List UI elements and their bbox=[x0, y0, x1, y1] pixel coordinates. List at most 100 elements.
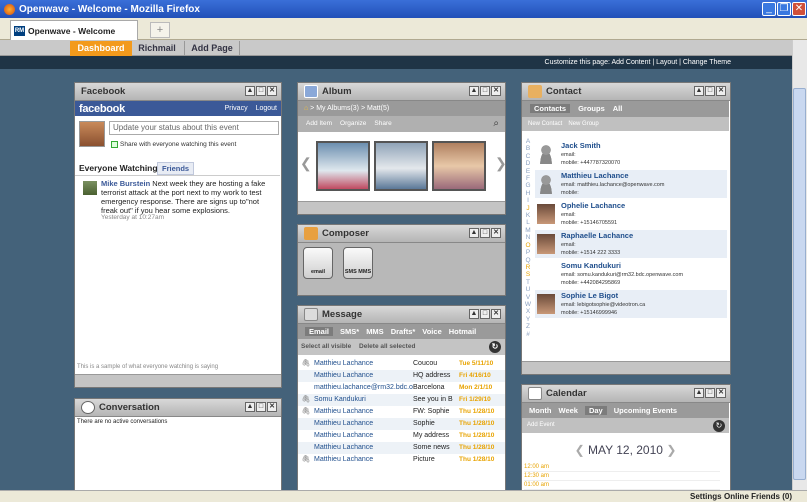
contact-row[interactable]: Raphaelle Lachance email: mobile: +1514 22… bbox=[535, 230, 727, 258]
add-event-button[interactable]: Add Event bbox=[527, 422, 555, 428]
album-photo[interactable] bbox=[374, 141, 428, 191]
tab-groups[interactable]: Groups bbox=[578, 104, 605, 113]
refresh-icon[interactable]: ↻ bbox=[489, 341, 501, 353]
widget-controls[interactable]: ▲ □ ✕ bbox=[469, 228, 501, 238]
message-sender[interactable]: Matthieu Lachance bbox=[314, 358, 413, 370]
widget-controls[interactable]: ▲ □ ✕ bbox=[245, 86, 277, 96]
message-subject[interactable]: My address bbox=[413, 430, 459, 442]
contact-name[interactable]: Somu Kandukuri bbox=[561, 261, 621, 270]
tab-sms[interactable]: SMS* bbox=[340, 327, 359, 336]
widget-controls[interactable]: ▲ □ ✕ bbox=[469, 309, 501, 319]
message-sender[interactable]: Matthieu Lachance bbox=[314, 454, 413, 466]
widget-controls[interactable]: ▲ □ ✕ bbox=[694, 86, 726, 96]
contact-row[interactable]: Ophelie Lachance email: mobile: +151467055… bbox=[535, 200, 727, 228]
share-checkbox[interactable]: Share with everyone watching this event bbox=[111, 141, 236, 148]
contact-row[interactable]: Somu Kandukuri email: somu.kandukuri@rm32… bbox=[535, 260, 727, 288]
tab-everyone-watching[interactable]: Everyone Watching bbox=[79, 163, 158, 173]
message-row[interactable]: Matthieu Lachance Some news Thu 1/28/10 bbox=[298, 442, 505, 454]
logout-link[interactable]: Logout bbox=[256, 105, 277, 112]
add-content-link[interactable]: Add Content bbox=[611, 59, 650, 66]
prev-day-icon[interactable]: ❮ bbox=[575, 443, 585, 457]
tab-month[interactable]: Month bbox=[529, 406, 552, 415]
tab-friends[interactable]: Friends bbox=[157, 162, 195, 175]
message-row[interactable]: 🖇 Matthieu Lachance FW: Sophie Thu 1/28/10 bbox=[298, 406, 505, 418]
tab-drafts[interactable]: Drafts* bbox=[391, 327, 416, 336]
status-input[interactable]: Update your status about this event bbox=[109, 121, 279, 135]
tab-contacts[interactable]: Contacts bbox=[530, 104, 571, 113]
add-item-button[interactable]: Add Item bbox=[306, 120, 332, 127]
delete-selected-button[interactable]: Delete all selected bbox=[359, 343, 415, 350]
tab-week[interactable]: Week bbox=[559, 406, 578, 415]
contact-name[interactable]: Ophelie Lachance bbox=[561, 201, 625, 210]
tab-dashboard[interactable]: Dashboard bbox=[70, 41, 132, 56]
message-row[interactable]: Matthieu Lachance HQ address Fri 4/16/10 bbox=[298, 370, 505, 382]
widget-controls[interactable]: ▲ □ ✕ bbox=[469, 86, 501, 96]
maximize-icon[interactable]: ❐ bbox=[777, 2, 791, 16]
message-row[interactable]: 🖇 Matthieu Lachance Picture Thu 1/28/10 bbox=[298, 454, 505, 466]
message-subject[interactable]: HQ address bbox=[413, 370, 459, 382]
scrollbar-thumb[interactable] bbox=[793, 88, 806, 480]
message-subject[interactable]: Sophie bbox=[413, 418, 459, 430]
select-all-button[interactable]: Select all visible bbox=[301, 343, 351, 350]
contact-name[interactable]: Matthieu Lachance bbox=[561, 171, 629, 180]
message-sender[interactable]: Matthieu Lachance bbox=[314, 442, 413, 454]
message-row[interactable]: Matthieu Lachance My address Thu 1/28/10 bbox=[298, 430, 505, 442]
time-slot[interactable]: 12:30 am bbox=[524, 472, 720, 481]
time-slot[interactable]: 01:00 am bbox=[524, 481, 720, 490]
change-theme-link[interactable]: Change Theme bbox=[683, 59, 731, 66]
tab-upcoming-events[interactable]: Upcoming Events bbox=[614, 406, 677, 415]
next-day-icon[interactable]: ❯ bbox=[666, 443, 676, 457]
time-slot[interactable]: 12:00 am bbox=[524, 463, 720, 472]
search-icon[interactable]: ⌕ bbox=[493, 116, 499, 132]
close-icon[interactable]: ✕ bbox=[792, 2, 806, 16]
tab-voice[interactable]: Voice bbox=[422, 327, 441, 336]
contact-name[interactable]: Sophie Le Bigot bbox=[561, 291, 618, 300]
settings-link[interactable]: Settings bbox=[690, 491, 722, 502]
tab-add-page[interactable]: Add Page bbox=[184, 41, 240, 56]
message-sender[interactable]: Matthieu Lachance bbox=[314, 418, 413, 430]
album-photo[interactable] bbox=[316, 141, 370, 191]
message-row[interactable]: 🖇 Matthieu Lachance Coucou Tue 5/11/10 bbox=[298, 358, 505, 370]
sms-mms-compose-button[interactable]: SMS MMS bbox=[343, 247, 373, 279]
share-button[interactable]: Share bbox=[374, 120, 391, 127]
tab-hotmail[interactable]: Hotmail bbox=[449, 327, 477, 336]
organize-button[interactable]: Organize bbox=[340, 120, 366, 127]
post-author[interactable]: Mike Burstein bbox=[101, 179, 150, 188]
browser-tab[interactable]: RM Openwave - Welcome bbox=[10, 20, 138, 40]
contact-name[interactable]: Jack Smith bbox=[561, 141, 601, 150]
refresh-icon[interactable]: ↻ bbox=[713, 420, 725, 432]
contact-row[interactable]: Sophie Le Bigot email: lebigotsophie@vide… bbox=[535, 290, 727, 318]
tab-richmail[interactable]: Richmail bbox=[132, 41, 182, 56]
message-row[interactable]: 🖇 Somu Kandukuri See you in B Fri 1/29/10 bbox=[298, 394, 505, 406]
tab-email[interactable]: Email bbox=[305, 327, 334, 336]
message-row[interactable]: Matthieu Lachance Sophie Thu 1/28/10 bbox=[298, 418, 505, 430]
minimize-icon[interactable]: _ bbox=[762, 2, 776, 16]
message-subject[interactable]: Picture bbox=[413, 454, 459, 466]
message-subject[interactable]: FW: Sophie bbox=[413, 406, 459, 418]
privacy-link[interactable]: Privacy bbox=[225, 105, 248, 112]
prev-arrow-icon[interactable]: ❮ bbox=[300, 155, 312, 172]
message-sender[interactable]: Matthieu Lachance bbox=[314, 406, 413, 418]
contact-name[interactable]: Raphaelle Lachance bbox=[561, 231, 633, 240]
online-friends-link[interactable]: Online Friends (0) bbox=[724, 491, 792, 502]
album-photo[interactable] bbox=[432, 141, 486, 191]
message-subject[interactable]: See you in B bbox=[413, 394, 459, 406]
new-contact-button[interactable]: New Contact bbox=[528, 121, 562, 127]
new-tab-button[interactable]: + bbox=[150, 22, 170, 38]
message-sender[interactable]: matthieu.lachance@rm32.bdc.o bbox=[314, 382, 413, 394]
breadcrumb-matt[interactable]: Matt(5) bbox=[367, 105, 389, 112]
new-group-button[interactable]: New Group bbox=[568, 121, 598, 127]
message-subject[interactable]: Some news bbox=[413, 442, 459, 454]
email-compose-button[interactable]: email bbox=[303, 247, 333, 279]
layout-link[interactable]: Layout bbox=[656, 59, 677, 66]
message-sender[interactable]: Somu Kandukuri bbox=[314, 394, 413, 406]
tab-mms[interactable]: MMS bbox=[366, 327, 384, 336]
message-subject[interactable]: Coucou bbox=[413, 358, 459, 370]
contact-row[interactable]: Matthieu Lachance email: matthieu.lachanc… bbox=[535, 170, 727, 198]
message-sender[interactable]: Matthieu Lachance bbox=[314, 370, 413, 382]
message-subject[interactable]: Barcelona bbox=[413, 382, 459, 394]
tab-day[interactable]: Day bbox=[584, 406, 607, 415]
contact-row[interactable]: Jack Smith email: mobile: +447787320070 bbox=[535, 140, 727, 168]
next-arrow-icon[interactable]: ❯ bbox=[495, 155, 507, 172]
message-row[interactable]: matthieu.lachance@rm32.bdc.o Barcelona Mon… bbox=[298, 382, 505, 394]
